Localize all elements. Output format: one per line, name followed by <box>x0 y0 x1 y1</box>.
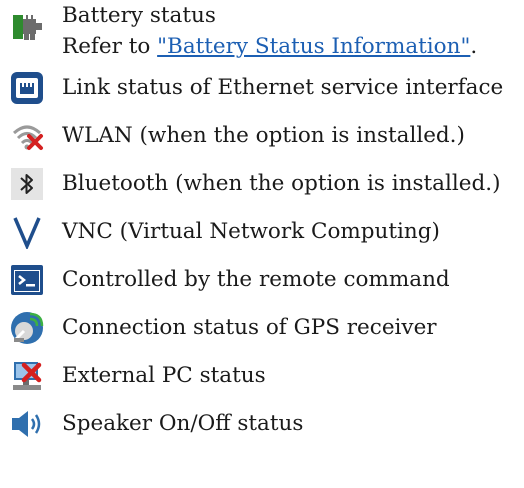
list-item-battery: Battery status Refer to "Battery Status … <box>0 0 524 64</box>
item-label: Bluetooth (when the option is installed.… <box>62 171 501 196</box>
battery-status-information-link[interactable]: "Battery Status Information" <box>157 34 470 59</box>
list-item-gps: Connection status of GPS receiver <box>0 304 524 352</box>
ethernet-link-icon <box>10 71 44 105</box>
battery-description: Battery status Refer to "Battery Status … <box>62 0 477 62</box>
list-item-external-pc: External PC status <box>0 352 524 400</box>
gps-receiver-icon <box>10 311 44 345</box>
vnc-icon <box>10 215 44 249</box>
list-item-remote-command: Controlled by the remote command <box>0 256 524 304</box>
wlan-disconnected-icon <box>10 119 44 153</box>
item-label: External PC status <box>62 363 266 388</box>
battery-status-icon <box>10 10 44 44</box>
item-note: Refer to "Battery Status Information". <box>62 31 477 62</box>
item-label: WLAN (when the option is installed.) <box>62 123 465 148</box>
item-label: Speaker On/Off status <box>62 411 304 436</box>
note-prefix: Refer to <box>62 34 158 59</box>
speaker-icon <box>10 407 44 441</box>
remote-command-icon <box>10 263 44 297</box>
item-label: Controlled by the remote command <box>62 267 450 292</box>
list-item-bluetooth: Bluetooth (when the option is installed.… <box>0 160 524 208</box>
item-label: Connection status of GPS receiver <box>62 315 437 340</box>
item-label: Battery status <box>62 3 216 28</box>
status-icon-list: Battery status Refer to "Battery Status … <box>0 0 524 448</box>
external-pc-icon <box>10 359 44 393</box>
list-item-ethernet: Link status of Ethernet service interfac… <box>0 64 524 112</box>
bluetooth-icon <box>10 167 44 201</box>
item-label: Link status of Ethernet service interfac… <box>62 75 504 100</box>
list-item-wlan: WLAN (when the option is installed.) <box>0 112 524 160</box>
list-item-speaker: Speaker On/Off status <box>0 400 524 448</box>
item-label: VNC (Virtual Network Computing) <box>62 219 440 244</box>
note-suffix: . <box>470 34 478 59</box>
list-item-vnc: VNC (Virtual Network Computing) <box>0 208 524 256</box>
